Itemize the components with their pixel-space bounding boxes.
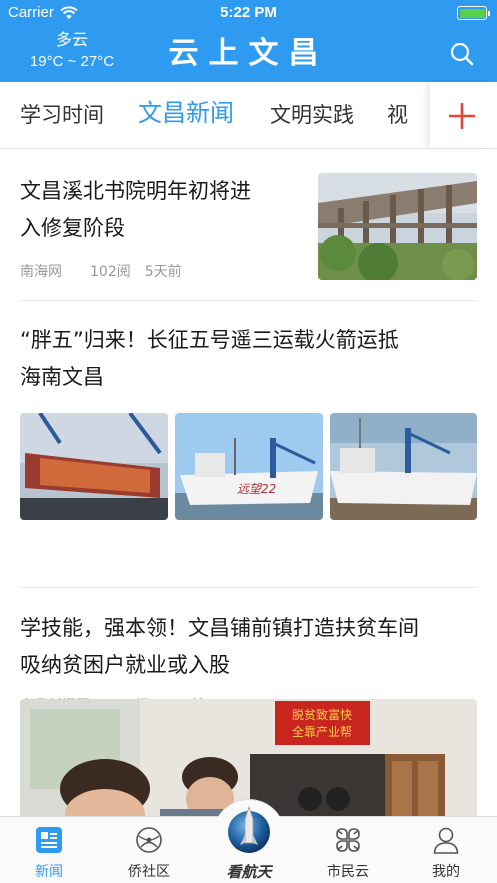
tab-news[interactable]: 新闻 [9,817,89,883]
search-icon[interactable] [449,41,475,67]
news-item[interactable]: 学技能，强本领！文昌铺前镇打造扶贫车间 吸纳贫困户就业或入股 脱贫致富快 全靠产… [20,610,477,816]
tab-watch-aerospace[interactable]: 看航天 [209,799,289,883]
news-title-line: “胖五”归来！长征五号遥三运载火箭运抵 [20,328,399,352]
news-title-line: 入修复阶段 [20,216,125,240]
app-header: Carrier 5:22 PM 多云 19°C ~ 27°C 云上文昌 [0,0,497,82]
news-time: 5天前 [144,264,182,280]
tabs-fade [410,82,430,148]
tab-overseas-community-label: 侨社区 [128,864,170,880]
news-title-line: 吸纳贫困户就业或入股 [20,653,230,677]
tab-wenchang-news[interactable]: 文昌新闻 [138,98,234,128]
news-item[interactable]: 文昌溪北书院明年初将进 入修复阶段 南海网 102阅 5天前 [20,173,477,283]
news-title-line: 海南文昌 [20,365,104,389]
citizen-cloud-icon [336,828,360,852]
community-globe-icon [136,827,162,853]
tab-profile[interactable]: 我的 [406,817,486,883]
app-title-logo: 云上文昌 [168,36,329,71]
ruined-pavilion-image [318,173,477,280]
tab-study-time[interactable]: 学习时间 [20,100,104,130]
feed-divider [20,587,477,588]
tab-video[interactable]: 视 [387,100,408,130]
news-title-line: 学技能，强本领！文昌铺前镇打造扶贫车间 [20,616,419,640]
tab-civilization-practice[interactable]: 文明实践 [270,100,354,130]
banner-line-1: 脱贫致富快 [292,707,352,722]
ship-name: 远望22 [237,482,276,496]
bottom-tab-bar: 新闻 侨社区 看航天 市民云 我的 [0,799,497,883]
news-thumbnail: 远望22 [175,413,323,520]
tab-overseas-community[interactable]: 侨社区 [109,817,189,883]
news-thumbnail [20,413,168,520]
news-title-line: 文昌溪北书院明年初将进 [20,179,251,203]
feed-divider [20,300,477,301]
ship-docked-image [330,413,477,520]
user-icon [433,827,459,854]
news-title: 文昌溪北书院明年初将进 入修复阶段 [20,173,310,247]
tab-citizen-cloud[interactable]: 市民云 [308,817,388,883]
rocket-fairing-image [20,413,168,520]
news-thumbnail [330,413,477,520]
news-icon [36,827,62,853]
tab-news-label: 新闻 [35,864,63,880]
ship-image: 远望22 [175,413,323,520]
battery-icon [457,6,490,20]
plus-icon [449,103,475,129]
tab-citizen-cloud-label: 市民云 [327,864,369,880]
add-channel-button[interactable] [430,82,497,148]
channel-tabs: 学习时间 文昌新闻 文明实践 视 [0,82,497,149]
news-title: “胖五”归来！长征五号遥三运载火箭运抵 海南文昌 [20,322,477,396]
news-feed[interactable]: 文昌溪北书院明年初将进 入修复阶段 南海网 102阅 5天前 “胖五”归来！长征… [0,149,497,816]
status-time: 5:22 PM [220,4,277,21]
news-reads: 102阅 [90,264,131,280]
status-bar: Carrier 5:22 PM [0,0,497,26]
news-thumbnail [318,173,477,280]
banner-line-2: 全靠产业帮 [292,724,352,739]
channel-tabs-scroll[interactable]: 学习时间 文昌新闻 文明实践 视 [0,82,425,148]
news-meta: 南海网 102阅 5天前 [20,261,182,281]
news-title: 学技能，强本领！文昌铺前镇打造扶贫车间 吸纳贫困户就业或入股 [20,610,477,684]
tab-profile-label: 我的 [432,864,460,880]
news-source: 南海网 [20,264,62,280]
tab-watch-aerospace-label: 看航天 [226,863,272,881]
rocket-globe-icon [228,805,270,853]
news-item[interactable]: “胖五”归来！长征五号遥三运载火箭运抵 海南文昌 远望22 [20,322,477,714]
